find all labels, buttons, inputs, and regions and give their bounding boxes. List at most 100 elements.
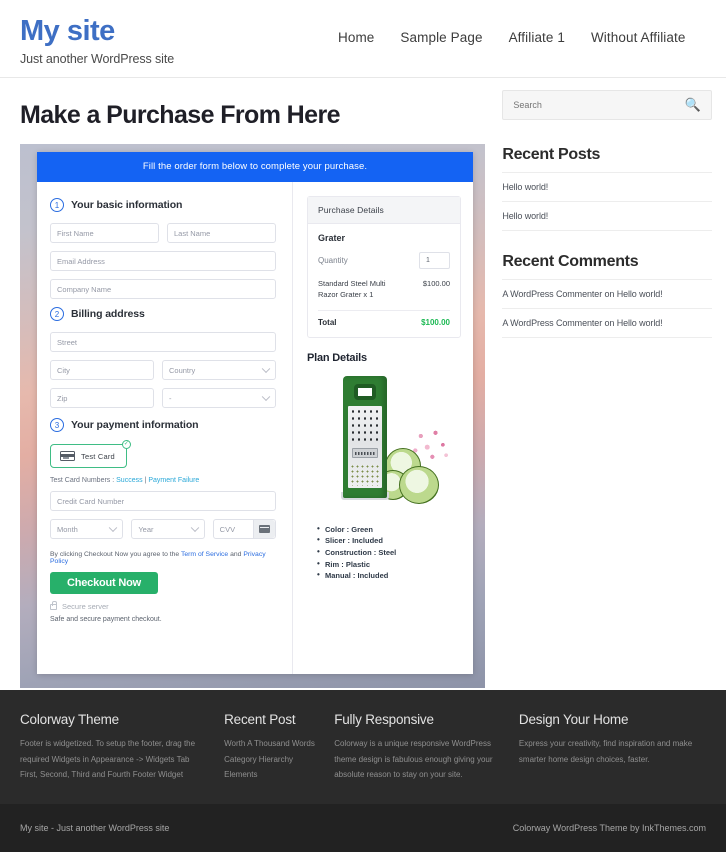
site-branding: My site Just another WordPress site [20, 10, 320, 66]
step-billing-address: 2 Billing address [50, 307, 276, 321]
chevron-down-icon [261, 392, 271, 402]
list-item[interactable]: Elements [224, 767, 316, 783]
checkout-now-button[interactable]: Checkout Now [50, 572, 158, 594]
grater-graphic [343, 375, 387, 498]
line-item-row: Standard Steel Multi Razor Grater x 1 $1… [318, 279, 450, 301]
nav-item-affiliate-1[interactable]: Affiliate 1 [509, 30, 565, 45]
step-2-number: 2 [50, 307, 64, 321]
nav-item-without-affiliate[interactable]: Without Affiliate [591, 30, 686, 45]
list-item[interactable]: Hello world! [502, 201, 712, 231]
list-item[interactable]: Category Hierarchy [224, 752, 316, 768]
recent-post-link[interactable]: Hello world! [502, 182, 548, 192]
plan-details-heading: Plan Details [307, 351, 367, 364]
terms-prefix: By clicking Checkout Now you agree to th… [50, 551, 181, 558]
quantity-row: Quantity 1 [318, 252, 450, 269]
secure-server-row: Secure server [50, 601, 276, 611]
nav-item-sample-page[interactable]: Sample Page [400, 30, 482, 45]
country-select[interactable]: Country [162, 360, 276, 380]
cvv-card-icon [252, 520, 275, 538]
test-card-numbers-note: Test Card Numbers : Success | Payment Fa… [50, 477, 276, 484]
year-select[interactable]: Year [131, 519, 205, 539]
check-circle-icon: ✓ [121, 440, 131, 449]
search-widget[interactable]: 🔍 [502, 90, 712, 120]
order-form-card: Fill the order form below to complete yo… [37, 152, 473, 674]
site-tagline: Just another WordPress site [20, 51, 175, 66]
site-title[interactable]: My site [20, 15, 320, 48]
test-card-note-prefix: Test Card Numbers : [50, 477, 117, 484]
country-select-value: Country [169, 365, 196, 375]
grater-coarse-holes [350, 407, 380, 442]
list-item[interactable]: A WordPress Commenter on Hello world! [502, 308, 712, 338]
zip-input[interactable]: Zip [50, 388, 154, 408]
test-card-option[interactable]: Test Card ✓ [50, 440, 131, 468]
credit-card-number-input[interactable]: Credit Card Number [50, 491, 276, 511]
month-select-value: Month [57, 524, 78, 534]
total-row: Total $100.00 [318, 318, 450, 327]
chevron-down-icon [190, 523, 199, 533]
main-navigation: Home Sample Page Affiliate 1 Without Aff… [338, 30, 685, 45]
footer-recent-post-list: Worth A Thousand Words Category Hierarch… [224, 736, 316, 783]
recent-post-link[interactable]: Hello world! [502, 211, 548, 221]
test-card-failure-link[interactable]: Payment Failure [148, 477, 199, 484]
total-amount: $100.00 [421, 317, 450, 327]
nav-item-home[interactable]: Home [338, 30, 374, 45]
grater-face-graphic [348, 405, 382, 488]
spec-item: Manual : Included [317, 569, 461, 582]
footer-bottom-bar: My site - Just another WordPress site Co… [0, 804, 726, 852]
list-item[interactable]: Hello world! [502, 172, 712, 201]
footer-column-text: Express your creativity, find inspiratio… [518, 739, 693, 764]
grater-handle-graphic [354, 383, 376, 400]
terms-and: and [228, 551, 244, 558]
step-2-label: Billing address [71, 308, 145, 320]
city-country-row: City Country [50, 360, 276, 388]
product-image [307, 370, 461, 518]
test-card-label: Test Card [81, 451, 115, 461]
list-item[interactable]: A WordPress Commenter on Hello world! [502, 279, 712, 308]
spec-item: Color : Green [317, 523, 461, 536]
test-card-success-link[interactable]: Success [116, 477, 142, 484]
recent-comment-link[interactable]: A WordPress Commenter on Hello world! [502, 289, 662, 299]
cvv-input[interactable]: CVV [212, 519, 276, 539]
step-1-number: 1 [50, 198, 64, 212]
street-input[interactable]: Street [50, 332, 276, 352]
total-label: Total [318, 317, 337, 327]
line-item-amount: $100.00 [422, 279, 450, 288]
purchase-details-heading: Purchase Details [308, 197, 460, 224]
product-spec-list: Color : Green Slicer : Included Construc… [317, 523, 461, 582]
terms-notice: By clicking Checkout Now you agree to th… [50, 551, 276, 565]
widget-spacer [502, 231, 712, 253]
step-basic-information: 1 Your basic information [50, 198, 276, 212]
search-input[interactable] [513, 100, 664, 110]
purchase-details-column: Purchase Details Grater Quantity 1 Stand… [292, 182, 473, 674]
step-3-label: Your payment information [71, 419, 199, 431]
terms-of-service-link[interactable]: Term of Service [181, 551, 228, 558]
month-select[interactable]: Month [50, 519, 124, 539]
spec-item: Rim : Plastic [317, 558, 461, 571]
order-form-body: 1 Your basic information First Name Last… [37, 182, 473, 674]
quantity-input[interactable]: 1 [419, 252, 450, 269]
safe-checkout-text: Safe and secure payment checkout. [50, 616, 162, 623]
footer-column-title: Design Your Home [518, 712, 629, 727]
state-select[interactable]: - [162, 388, 276, 408]
footer-column-text: Colorway is a unique responsive WordPres… [334, 739, 493, 780]
state-select-value: - [169, 393, 172, 403]
zip-state-row: Zip - [50, 388, 276, 416]
spec-item: Slicer : Included [317, 534, 461, 547]
cucumber-slice-graphic [399, 465, 439, 504]
city-input[interactable]: City [50, 360, 154, 380]
first-name-input[interactable]: First Name [50, 223, 159, 243]
footer-column-recent-post: Recent Post Worth A Thousand Words Categ… [224, 712, 334, 783]
search-icon[interactable]: 🔍 [685, 97, 701, 113]
email-input[interactable]: Email Address [50, 251, 276, 271]
footer-column-design-your-home: Design Your Home Express your creativity… [519, 712, 706, 783]
list-item[interactable]: Worth A Thousand Words [224, 736, 316, 752]
footer-theme-credit[interactable]: Colorway WordPress Theme by InkThemes.co… [513, 823, 706, 833]
company-input[interactable]: Company Name [50, 279, 276, 299]
footer-column-title: Recent Post [224, 712, 296, 727]
site-footer: Colorway Theme Footer is widgetized. To … [0, 690, 726, 852]
cvv-placeholder: CVV [219, 524, 236, 534]
main-content: Make a Purchase From Here Fill the order… [20, 78, 488, 688]
order-form-screenshot: Fill the order form below to complete yo… [20, 144, 485, 688]
recent-comment-link[interactable]: A WordPress Commenter on Hello world! [502, 318, 662, 328]
last-name-input[interactable]: Last Name [167, 223, 276, 243]
